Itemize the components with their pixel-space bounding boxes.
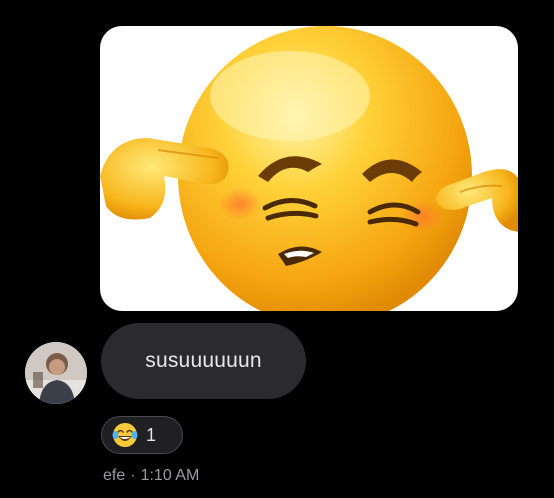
reaction-pill[interactable]: 1: [101, 416, 183, 454]
meta-separator: ·: [130, 467, 136, 484]
message-meta: efe · 1:10 AM: [103, 467, 199, 485]
emoji-covering-ears-image: [100, 26, 518, 311]
reaction-count: 1: [146, 424, 157, 445]
user-avatar: [25, 342, 87, 404]
message-bubble[interactable]: susuuuuuun: [101, 323, 306, 399]
message-text: susuuuuuun: [145, 349, 262, 372]
tears-of-joy-emoji-icon: [112, 423, 138, 447]
message-timestamp: 1:10 AM: [140, 467, 200, 484]
sender-name[interactable]: efe: [103, 467, 125, 485]
sender-avatar[interactable]: [25, 342, 87, 404]
message-image[interactable]: [100, 26, 518, 311]
